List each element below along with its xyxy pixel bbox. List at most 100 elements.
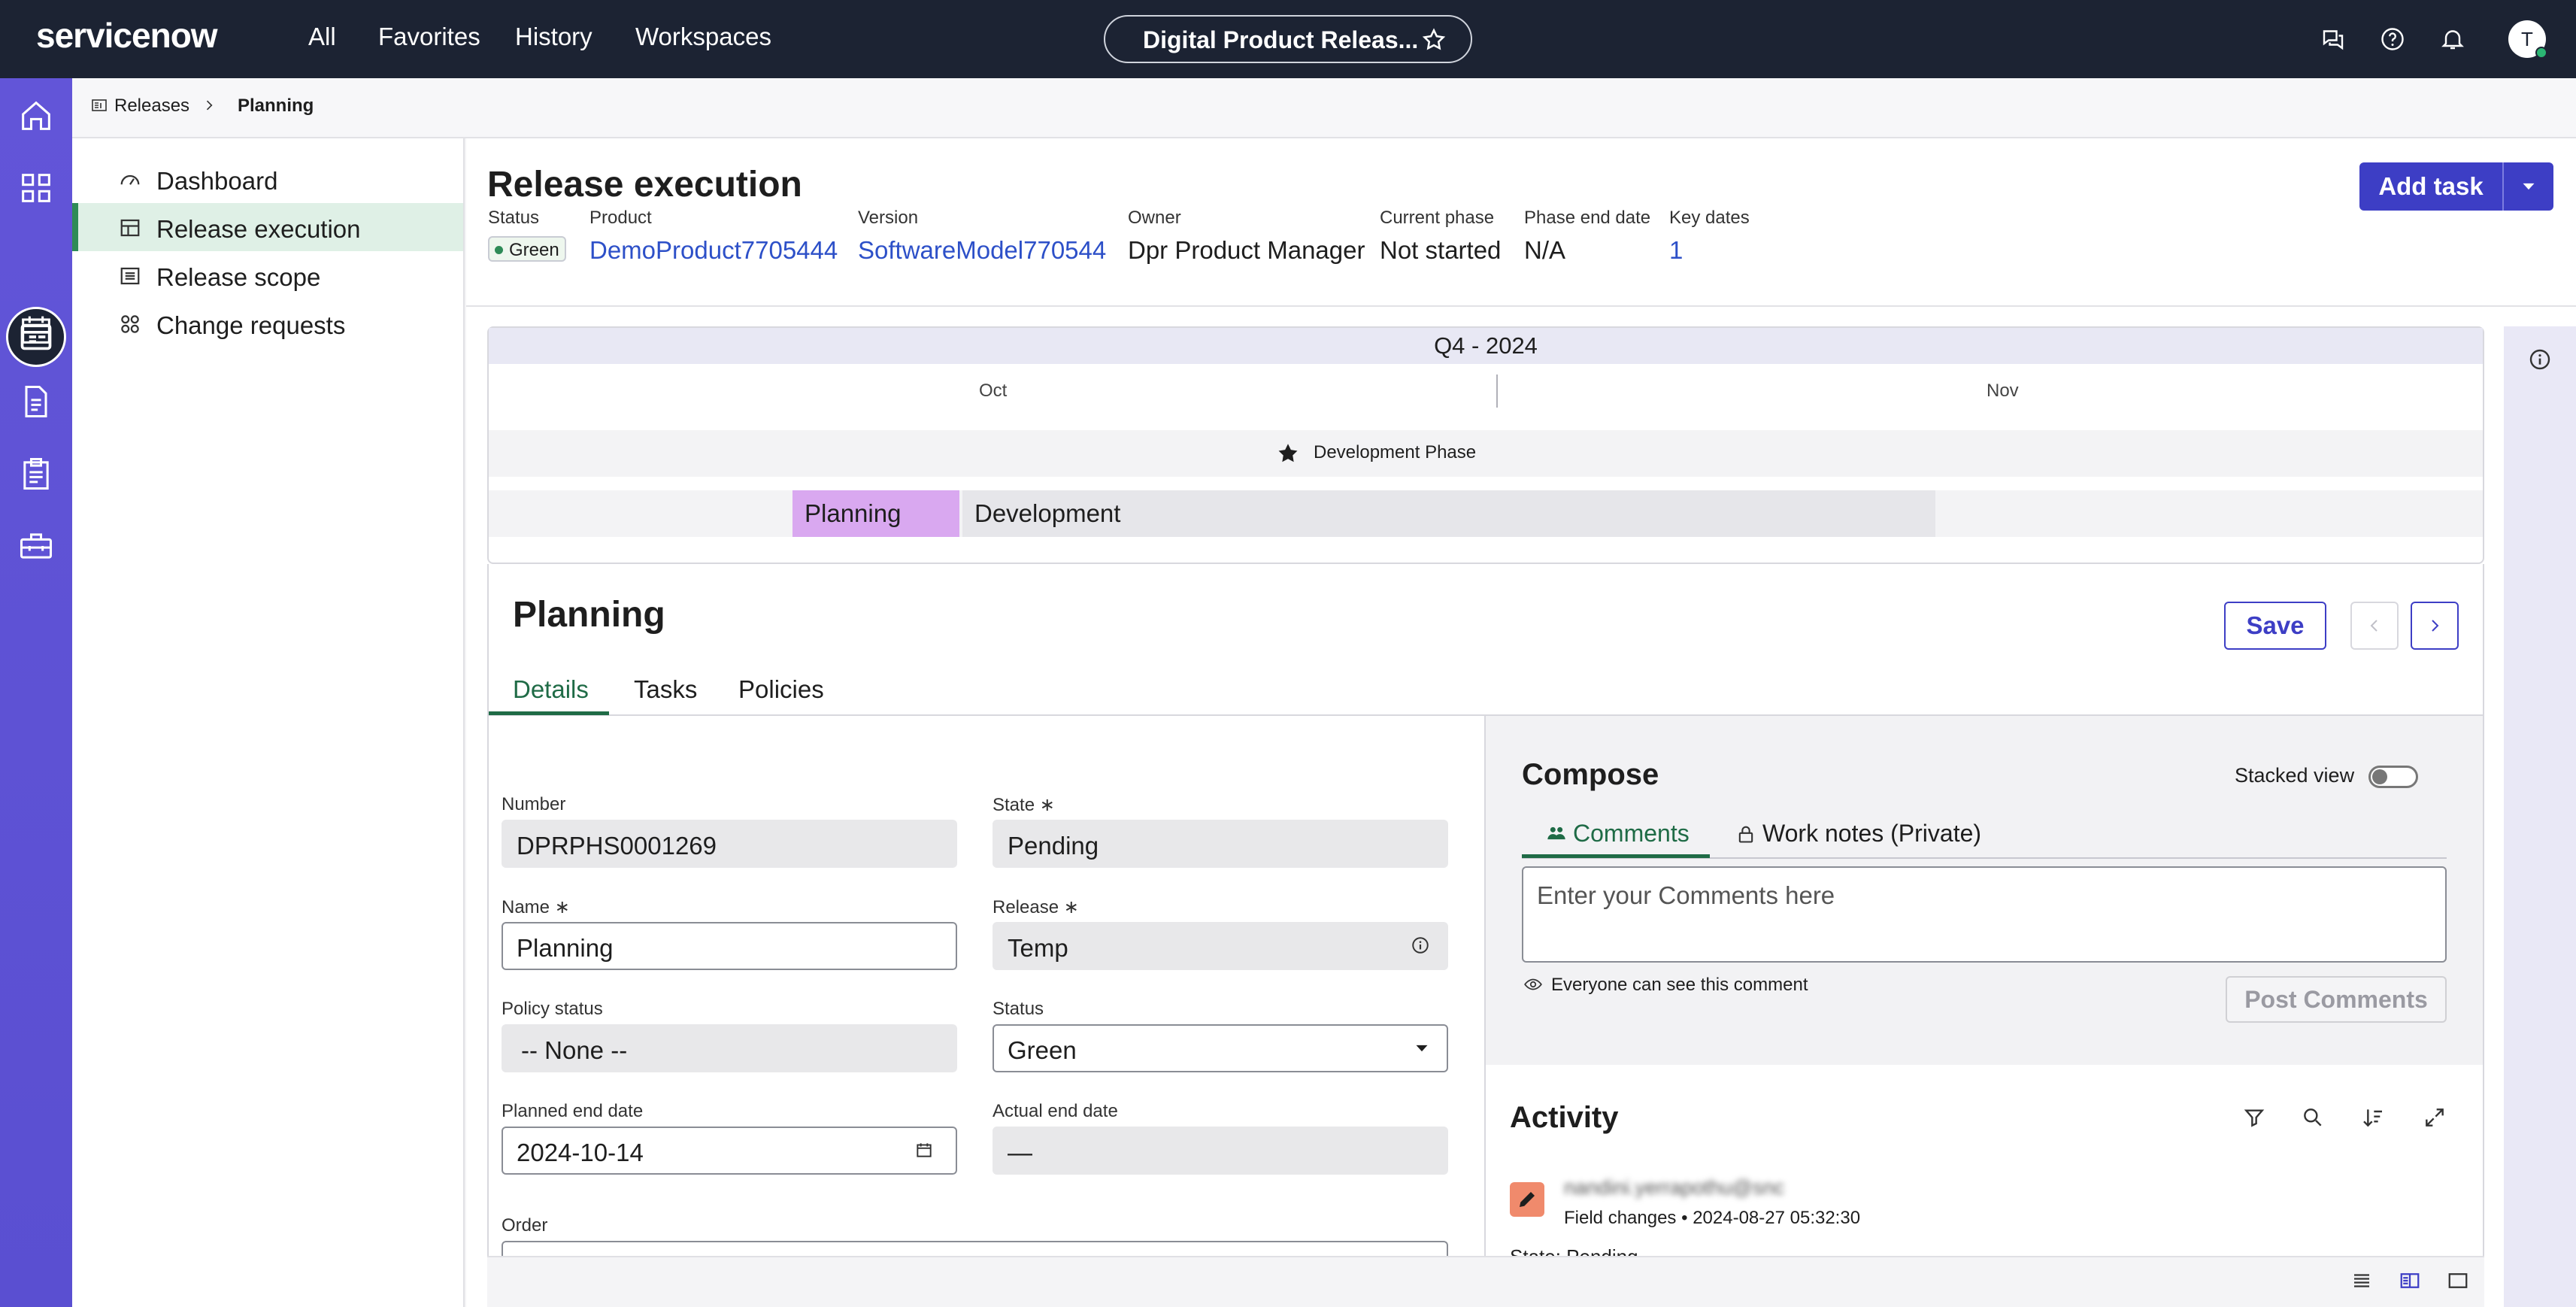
next-button[interactable] [2411,602,2459,650]
nav-workspaces[interactable]: Workspaces [635,23,771,51]
star-icon [1275,441,1301,466]
phase-planning[interactable]: Planning [792,490,959,537]
breadcrumb-releases[interactable]: Releases [114,96,189,117]
speedometer-icon [119,168,141,191]
required-icon: ∗ [554,897,570,917]
product-link[interactable]: DemoProduct7705444 [589,236,838,265]
stacked-view-label: Stacked view [2235,764,2355,787]
lock-icon [1735,823,1756,845]
search-icon[interactable] [2301,1105,2325,1130]
tab-work-notes[interactable]: Work notes (Private) [1762,820,1981,848]
actual-end-date-field[interactable]: — [993,1127,1448,1175]
key-dates-link[interactable]: 1 [1669,236,1683,265]
document-icon[interactable] [17,382,56,421]
tab-active-indicator [489,711,609,715]
required-icon: ∗ [1039,795,1055,815]
nav-item-release-execution[interactable]: Release execution [72,203,463,251]
list-icon [119,265,141,287]
nav-item-label: Change requests [156,311,346,339]
view-mode-bar [487,1256,2484,1307]
single-view-icon[interactable] [2447,1269,2469,1292]
split-divider [2502,162,2504,211]
nav-item-dashboard[interactable]: Dashboard [72,155,463,203]
bell-icon[interactable] [2439,26,2466,53]
tab-tasks[interactable]: Tasks [634,675,697,704]
release-field[interactable]: Temp [993,922,1448,970]
add-task-button[interactable]: Add task [2359,162,2502,211]
release-label: Release ∗ [993,897,1079,917]
list-view-icon[interactable] [2350,1269,2373,1292]
nav-item-label: Release scope [156,263,321,291]
servicenow-logo[interactable]: servicenow [36,15,218,56]
chevron-right-icon [2426,617,2444,635]
calendar-icon[interactable] [914,1140,934,1160]
right-info-panel [2504,326,2576,1307]
breadcrumb [72,78,2576,138]
status-label: Status [488,208,540,228]
workspace-title: Digital Product Releas... [1143,26,1419,53]
phase-end-label: Phase end date [1524,208,1651,228]
nav-item-release-scope[interactable]: Release scope [72,251,463,299]
eye-icon [1522,975,1544,994]
home-icon[interactable] [17,96,56,135]
version-label: Version [858,208,919,228]
product-label: Product [589,208,652,228]
order-label: Order [502,1215,548,1236]
milestone-label[interactable]: Development Phase [1314,442,1476,463]
left-navigation: Dashboard Release execution Release scop… [72,138,465,1307]
current-phase-label: Current phase [1380,208,1495,228]
nav-history[interactable]: History [515,23,592,51]
number-field[interactable]: DPRPHS0001269 [502,820,957,868]
tab-details[interactable]: Details [513,675,589,704]
breadcrumb-current: Planning [238,96,314,116]
add-task-menu-button[interactable] [2504,162,2553,211]
filter-icon[interactable] [2242,1105,2266,1130]
save-button[interactable]: Save [2224,602,2326,650]
previous-button[interactable] [2350,602,2399,650]
nav-item-change-requests[interactable]: Change requests [72,299,463,347]
nav-all[interactable]: All [308,23,336,51]
info-icon[interactable] [2528,347,2552,371]
caret-down-icon [1414,1041,1430,1056]
current-phase-value: Not started [1380,236,1502,264]
calendar-icon[interactable] [17,310,56,349]
grid-icon[interactable] [17,168,56,208]
info-icon[interactable] [1411,936,1430,955]
milestone-row [489,430,2483,477]
required-icon: ∗ [1063,897,1079,917]
month-nov: Nov [1987,381,2019,401]
month-oct: Oct [979,381,1008,401]
stacked-view-toggle[interactable] [2368,766,2418,788]
name-field[interactable]: Planning [502,922,957,970]
field-change-avatar [1510,1182,1544,1217]
activity-next-entry: State: Pending [1510,1245,1638,1256]
tab-policies[interactable]: Policies [738,675,824,704]
help-icon[interactable] [2379,26,2406,53]
version-link[interactable]: SoftwareModel770544 [858,236,1106,265]
comment-textarea[interactable]: Enter your Comments here [1522,866,2447,963]
timeline-quarter: Q4 - 2024 [489,328,2483,364]
expand-icon[interactable] [2423,1105,2447,1130]
owner-label: Owner [1128,208,1181,228]
detail-title: Planning [513,595,665,635]
toggle-knob [2372,769,2387,784]
clipboard-icon[interactable] [17,454,56,493]
split-view-icon[interactable] [2399,1269,2421,1292]
toolbox-icon[interactable] [17,526,56,566]
planned-end-date-field[interactable]: 2024-10-14 [502,1127,957,1175]
pencil-icon [1516,1188,1538,1211]
star-icon[interactable] [1421,27,1447,53]
planned-end-label: Planned end date [502,1101,644,1121]
compose-title: Compose [1522,758,1659,791]
tab-comments[interactable]: Comments [1573,820,1690,848]
status-select[interactable]: Green [993,1024,1448,1072]
phase-development[interactable]: Development [962,490,1935,537]
post-comments-button[interactable]: Post Comments [2226,976,2447,1023]
nav-favorites[interactable]: Favorites [378,23,480,51]
workspace-title-pill[interactable]: Digital Product Releas... [1104,15,1472,63]
sort-icon[interactable] [2361,1105,2385,1130]
active-indicator [72,203,78,251]
chat-icon[interactable] [2320,26,2347,53]
state-field[interactable]: Pending [993,820,1448,868]
policy-status-field[interactable]: -- None -- [502,1024,957,1072]
